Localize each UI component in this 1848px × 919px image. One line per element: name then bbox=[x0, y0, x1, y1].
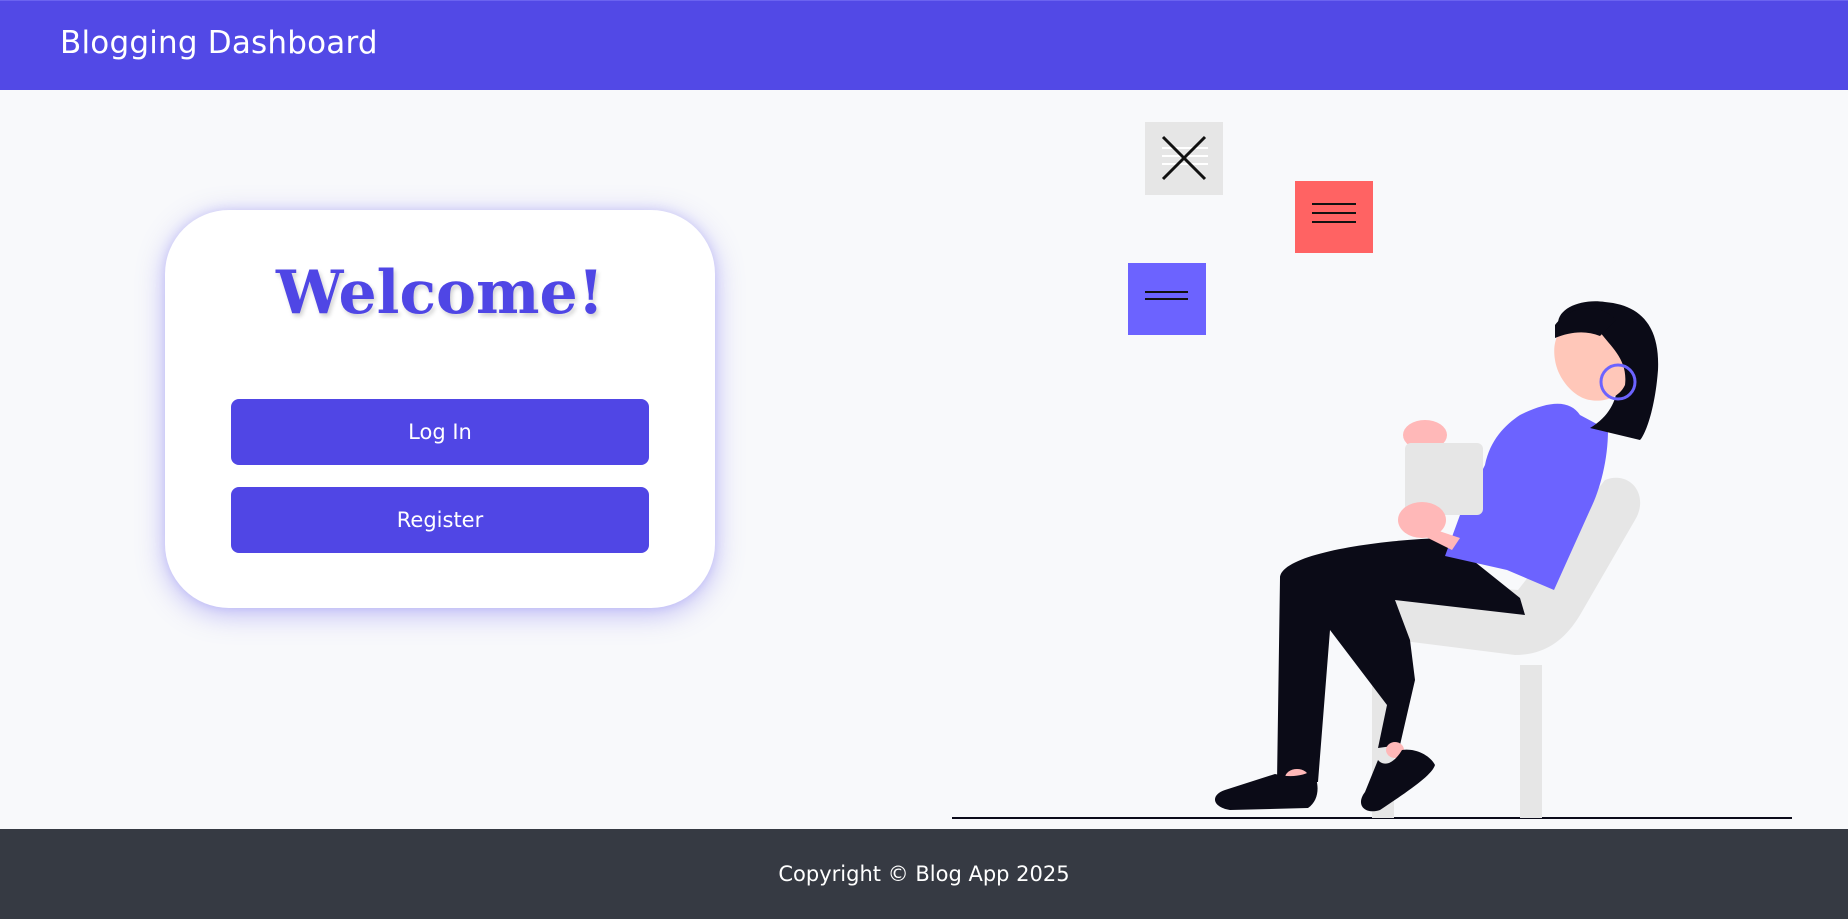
copyright-text: Copyright © Blog App 2025 bbox=[778, 862, 1070, 886]
login-button[interactable]: Log In bbox=[231, 399, 649, 465]
welcome-heading: Welcome! bbox=[275, 258, 604, 328]
legs bbox=[1214, 538, 1525, 812]
app-title[interactable]: Blogging Dashboard bbox=[60, 25, 378, 61]
person-sitting-illustration bbox=[952, 122, 1792, 819]
register-button[interactable]: Register bbox=[231, 487, 649, 553]
menu-icon bbox=[1295, 181, 1373, 253]
close-icon bbox=[1145, 122, 1223, 195]
footer: Copyright © Blog App 2025 bbox=[0, 829, 1848, 919]
menu-icon bbox=[1128, 263, 1206, 335]
welcome-card: Welcome! Log In Register bbox=[165, 210, 715, 608]
top-navbar: Blogging Dashboard bbox=[0, 0, 1848, 90]
